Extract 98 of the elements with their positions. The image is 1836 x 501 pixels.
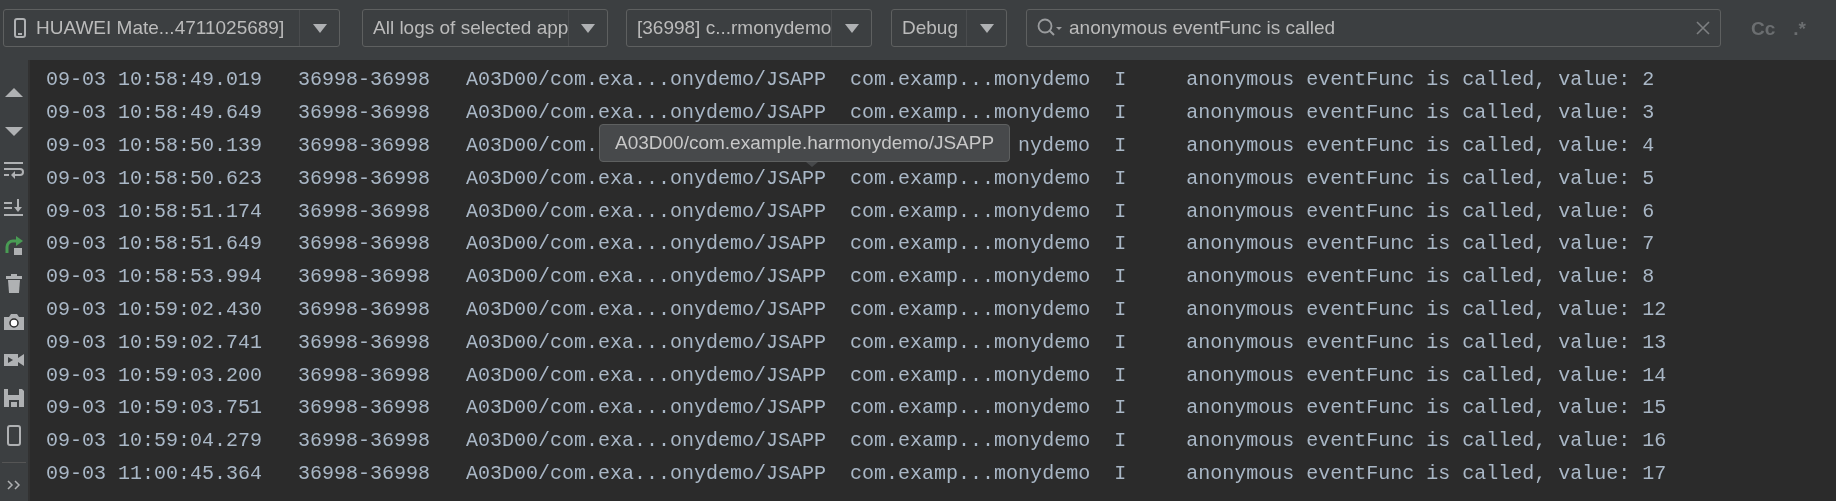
trash-icon[interactable] [3,272,25,294]
log-package: com.examp...monydemo [850,463,1091,484]
log-time: 09-03 10:58:53.994 [46,267,263,288]
log-message: anonymous eventFunc is called, value: 4 [1186,136,1655,156]
log-package: com.examp...monydemo [850,201,1091,222]
log-message: anonymous eventFunc is called, value: 16 [1186,431,1667,452]
log-message: anonymous eventFunc is called, value: 2 [1186,70,1655,91]
log-level: I [1114,332,1127,353]
search-input[interactable]: anonymous eventFunc is called [1063,13,1696,43]
log-pid: 36998-36998 [298,431,431,452]
log-package: com.examp...monydemo [850,431,1091,452]
log-time: 09-03 10:58:49.649 [46,103,263,124]
log-tag: A03D00/com.exa...onydemo/JSAPP [466,168,827,189]
log-package: com.examp...monydemo [850,103,1091,124]
log-tag: A03D00/com. [466,136,599,156]
log-package: com.examp...monydemo [850,398,1091,419]
log-package: com.examp...monydemo [850,332,1091,353]
log-level: I [1114,201,1127,222]
log-message: anonymous eventFunc is called, value: 15 [1186,398,1667,419]
log-filter-dropdown[interactable]: All logs of selected app [362,9,608,47]
more-icon[interactable] [7,480,21,490]
log-tag: A03D00/com.exa...onydemo/JSAPP [466,103,827,124]
log-level-dropdown[interactable]: Debug [891,9,1007,47]
log-package: com.examp...monydemo [850,168,1091,189]
log-pid: 36998-36998 [298,136,431,156]
phone-icon [14,18,26,38]
log-message: anonymous eventFunc is called, value: 17 [1186,463,1667,484]
tooltip: A03D00/com.example.harmonydemo/JSAPP [599,124,1011,162]
log-level: I [1114,136,1127,156]
caret-icon [844,23,859,33]
log-level: I [1114,103,1127,124]
log-pid: 36998-36998 [298,267,431,288]
log-message: anonymous eventFunc is called, value: 5 [1186,168,1655,189]
search-icon[interactable] [1037,18,1063,38]
log-level: I [1114,70,1127,91]
log-time: 09-03 10:59:04.279 [46,431,263,452]
log-time: 09-03 10:59:02.430 [46,299,263,320]
log-level: I [1114,365,1127,386]
log-level: I [1114,168,1127,189]
log-level: I [1114,234,1127,255]
tooltip-pointer [806,162,818,167]
log-message: anonymous eventFunc is called, value: 6 [1186,201,1655,222]
log-level: I [1114,431,1127,452]
log-time: 09-03 10:58:49.019 [46,70,263,91]
caret-icon [979,23,994,33]
restart-icon[interactable] [3,234,25,256]
log-pid: 36998-36998 [298,70,431,91]
log-level: I [1114,299,1127,320]
log-pid: 36998-36998 [298,201,431,222]
log-pid: 36998-36998 [298,463,431,484]
log-package: nydemo [1018,136,1091,156]
log-tag: A03D00/com.exa...onydemo/JSAPP [466,234,827,255]
log-time: 09-03 10:58:51.649 [46,234,263,255]
log-message: anonymous eventFunc is called, value: 8 [1186,267,1655,288]
log-tag: A03D00/com.exa...onydemo/JSAPP [466,299,827,320]
log-level: I [1114,398,1127,419]
log-tag: A03D00/com.exa...onydemo/JSAPP [466,332,827,353]
log-package: com.examp...monydemo [850,234,1091,255]
log-pid: 36998-36998 [298,365,431,386]
process-dropdown[interactable]: [36998] c...rmonydemo [626,9,872,47]
log-time: 09-03 10:59:02.741 [46,332,263,353]
log-tag: A03D00/com.exa...onydemo/JSAPP [466,398,827,419]
log-level: I [1114,463,1127,484]
log-message: anonymous eventFunc is called, value: 7 [1186,234,1655,255]
log-pid: 36998-36998 [298,168,431,189]
log-tag: A03D00/com.exa...onydemo/JSAPP [466,463,827,484]
log-tag: A03D00/com.exa...onydemo/JSAPP [466,365,827,386]
scroll-to-end-icon[interactable] [3,196,25,218]
log-package: com.examp...monydemo [850,70,1091,91]
log-time: 09-03 10:58:51.174 [46,201,263,222]
log-level: I [1114,267,1127,288]
log-time: 09-03 11:00:45.364 [46,463,263,484]
log-tag: A03D00/com.exa...onydemo/JSAPP [466,267,827,288]
log-pid: 36998-36998 [298,332,431,353]
log-time: 09-03 10:58:50.139 [46,136,263,156]
log-message: anonymous eventFunc is called, value: 13 [1186,332,1667,353]
log-message: anonymous eventFunc is called, value: 14 [1186,365,1667,386]
log-package: com.examp...monydemo [850,365,1091,386]
log-time: 09-03 10:59:03.751 [46,398,263,419]
log-time: 09-03 10:58:50.623 [46,168,263,189]
log-time: 09-03 10:59:03.200 [46,365,263,386]
log-message: anonymous eventFunc is called, value: 12 [1186,299,1667,320]
log-message: anonymous eventFunc is called, value: 3 [1186,103,1655,124]
log-pid: 36998-36998 [298,398,431,419]
log-pid: 36998-36998 [298,103,431,124]
caret-icon [581,23,596,33]
log-tag: A03D00/com.exa...onydemo/JSAPP [466,70,827,91]
log-package: com.examp...monydemo [850,267,1091,288]
search-box[interactable]: anonymous eventFunc is called [1026,9,1721,47]
log-tag: A03D00/com.exa...onydemo/JSAPP [466,431,827,452]
log-package: com.examp...monydemo [850,299,1091,320]
save-icon[interactable] [3,386,25,408]
log-pid: 36998-36998 [298,299,431,320]
log-tag: A03D00/com.exa...onydemo/JSAPP [466,201,827,222]
clear-icon[interactable] [1696,21,1710,35]
device-dropdown[interactable]: HUAWEI Mate...4711025689] [3,9,340,47]
caret-icon [312,23,327,33]
log-pid: 36998-36998 [298,234,431,255]
